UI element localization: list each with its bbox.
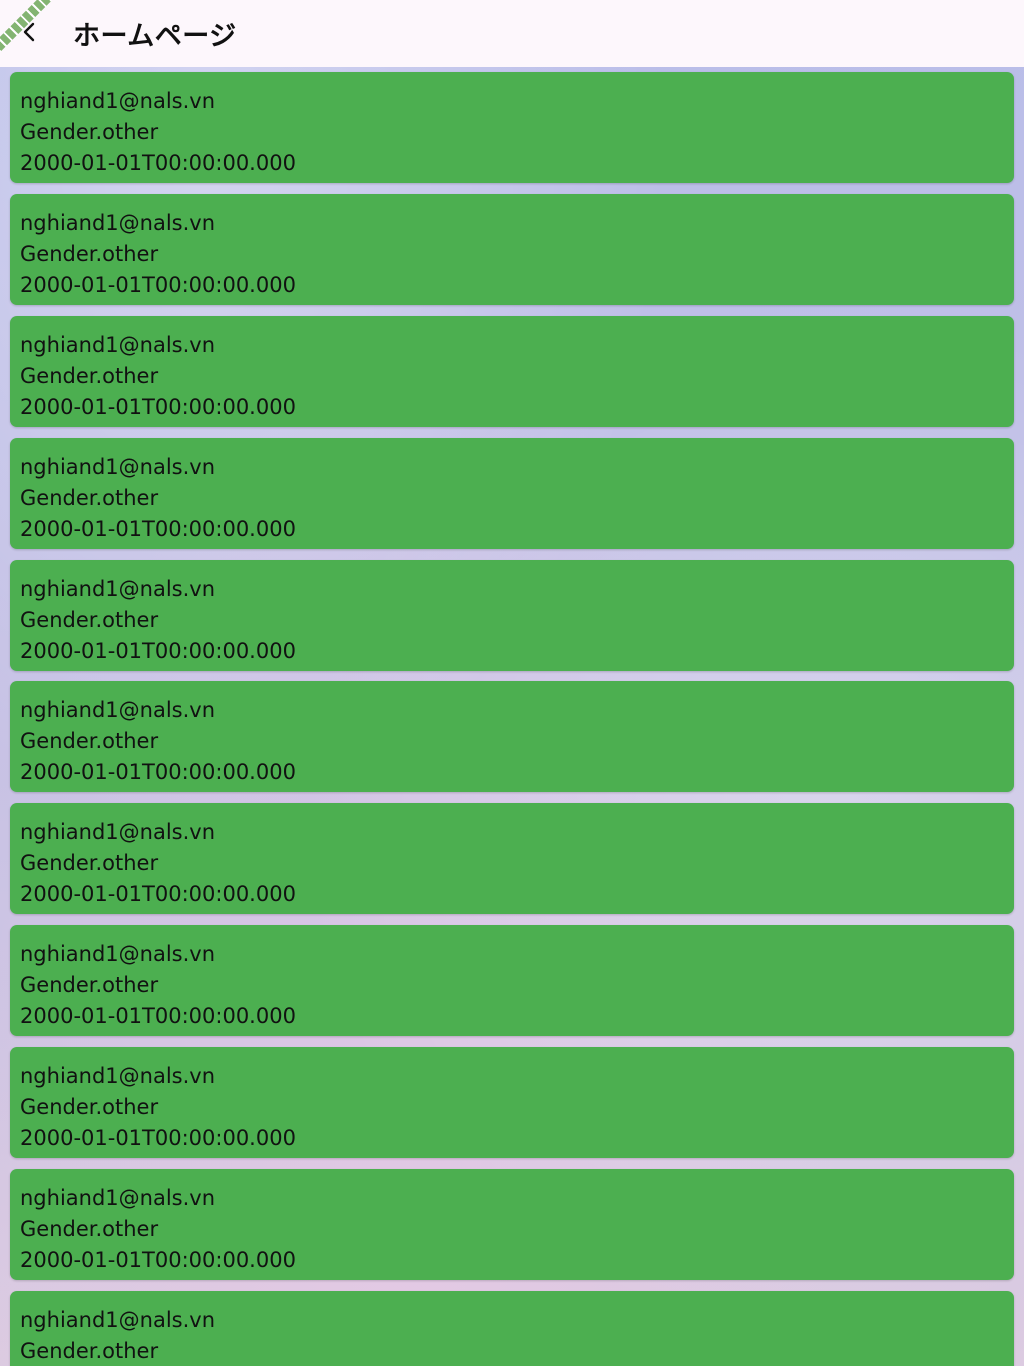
user-gender: Gender.other — [20, 364, 159, 388]
user-email: nghiand1@nals.vn — [20, 211, 216, 235]
user-email: nghiand1@nals.vn — [20, 942, 216, 966]
user-birthday: 2000-01-01T00:00:00.000 — [20, 273, 296, 297]
user-birthday: 2000-01-01T00:00:00.000 — [20, 517, 296, 541]
user-email: nghiand1@nals.vn — [20, 333, 216, 357]
user-gender: Gender.other — [20, 608, 159, 632]
user-gender: Gender.other — [20, 1339, 159, 1363]
user-birthday: 2000-01-01T00:00:00.000 — [20, 395, 296, 419]
user-email: nghiand1@nals.vn — [20, 577, 216, 601]
user-card[interactable]: nghiand1@nals.vn Gender.other 2000-01-01… — [10, 72, 1014, 183]
user-card[interactable]: nghiand1@nals.vn Gender.other 2000-01-01… — [10, 1169, 1014, 1280]
user-birthday: 2000-01-01T00:00:00.000 — [20, 151, 296, 175]
user-email: nghiand1@nals.vn — [20, 455, 216, 479]
user-card[interactable]: nghiand1@nals.vn Gender.other 2000-01-01… — [10, 925, 1014, 1036]
user-card[interactable]: nghiand1@nals.vn Gender.other 2000-01-01… — [10, 1047, 1014, 1158]
user-birthday: 2000-01-01T00:00:00.000 — [20, 1126, 296, 1150]
user-list[interactable]: nghiand1@nals.vn Gender.other 2000-01-01… — [0, 67, 1024, 1366]
user-card[interactable]: nghiand1@nals.vn Gender.other — [10, 1291, 1014, 1366]
user-gender: Gender.other — [20, 851, 159, 875]
user-gender: Gender.other — [20, 120, 159, 144]
user-birthday: 2000-01-01T00:00:00.000 — [20, 639, 296, 663]
user-card[interactable]: nghiand1@nals.vn Gender.other 2000-01-01… — [10, 316, 1014, 427]
user-card[interactable]: nghiand1@nals.vn Gender.other 2000-01-01… — [10, 438, 1014, 549]
user-card[interactable]: nghiand1@nals.vn Gender.other 2000-01-01… — [10, 194, 1014, 305]
user-email: nghiand1@nals.vn — [20, 1308, 216, 1332]
user-gender: Gender.other — [20, 1095, 159, 1119]
user-gender: Gender.other — [20, 486, 159, 510]
user-email: nghiand1@nals.vn — [20, 1064, 216, 1088]
user-card[interactable]: nghiand1@nals.vn Gender.other 2000-01-01… — [10, 560, 1014, 671]
user-card[interactable]: nghiand1@nals.vn Gender.other 2000-01-01… — [10, 681, 1014, 792]
user-email: nghiand1@nals.vn — [20, 698, 216, 722]
user-birthday: 2000-01-01T00:00:00.000 — [20, 1248, 296, 1272]
user-gender: Gender.other — [20, 242, 159, 266]
user-birthday: 2000-01-01T00:00:00.000 — [20, 882, 296, 906]
user-email: nghiand1@nals.vn — [20, 1186, 216, 1210]
page-title: ホームページ — [73, 21, 237, 52]
app-bar: ホームページ — [0, 0, 1024, 67]
user-email: nghiand1@nals.vn — [20, 820, 216, 844]
user-gender: Gender.other — [20, 973, 159, 997]
user-birthday: 2000-01-01T00:00:00.000 — [20, 1004, 296, 1028]
user-gender: Gender.other — [20, 1217, 159, 1241]
user-card[interactable]: nghiand1@nals.vn Gender.other 2000-01-01… — [10, 803, 1014, 914]
user-birthday: 2000-01-01T00:00:00.000 — [20, 760, 296, 784]
user-email: nghiand1@nals.vn — [20, 89, 216, 113]
user-gender: Gender.other — [20, 729, 159, 753]
